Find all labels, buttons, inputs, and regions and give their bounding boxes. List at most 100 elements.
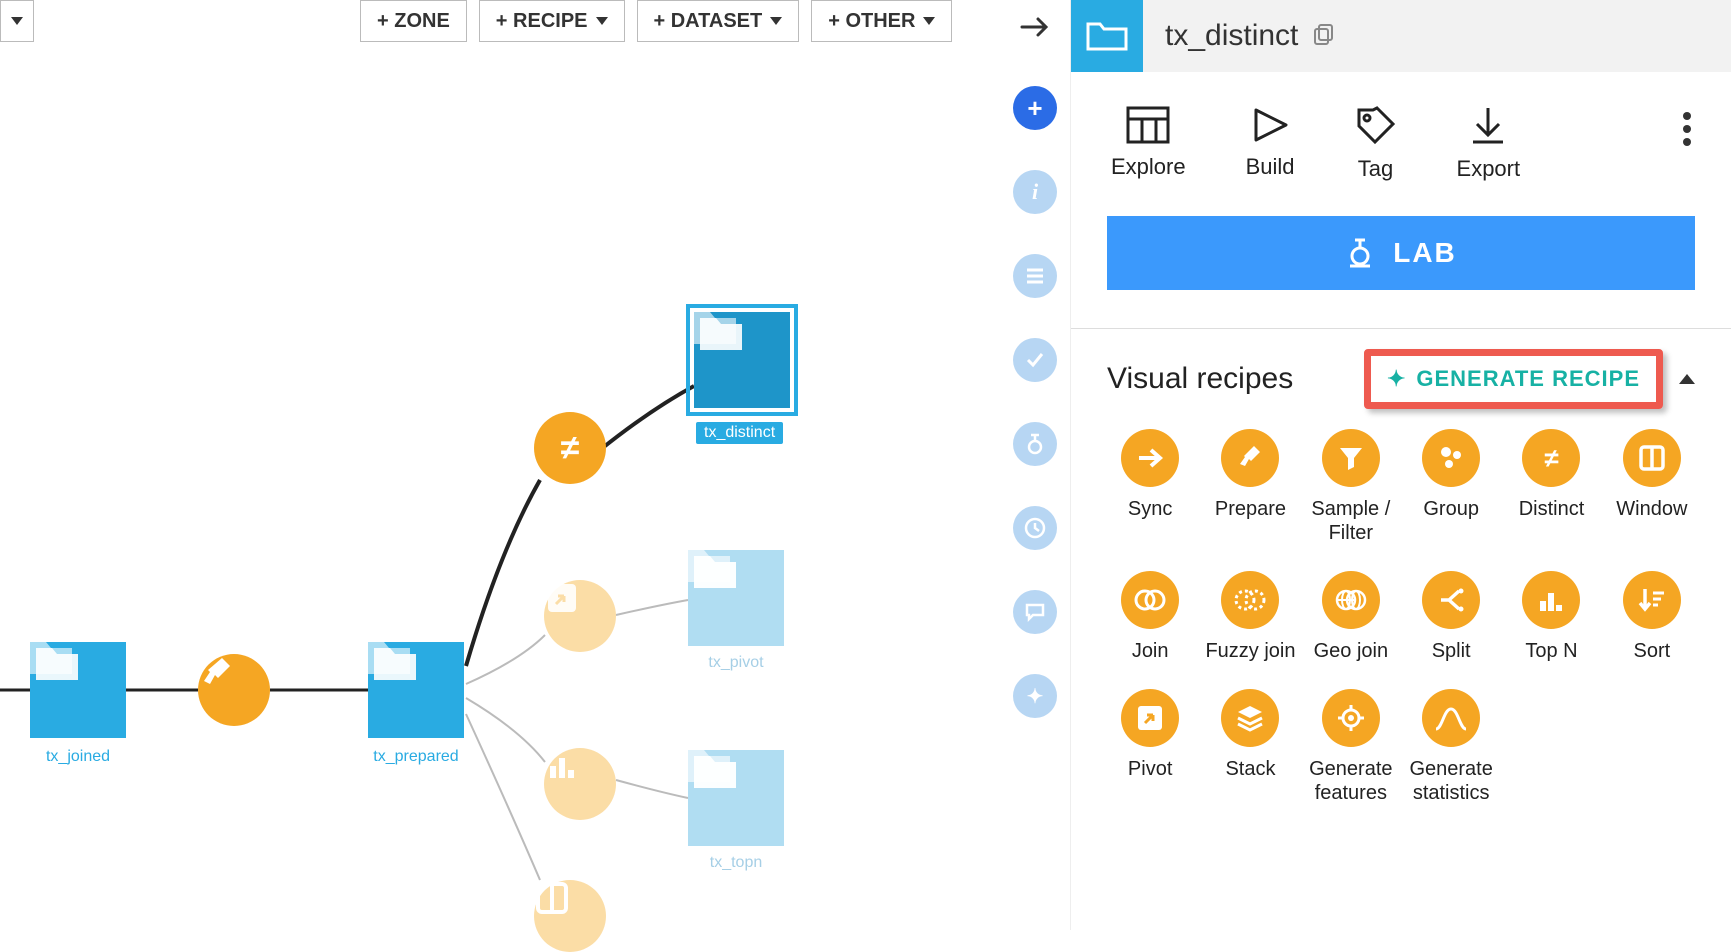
recipe-genstat-label: Generate statistics: [1402, 757, 1500, 805]
folder-icon: [368, 642, 422, 686]
recipe-join[interactable]: Join: [1101, 571, 1199, 663]
recipe-sample-filter[interactable]: Sample / Filter: [1302, 429, 1400, 545]
export-button[interactable]: Export: [1457, 106, 1521, 182]
recipe-genfeat-label: Generate features: [1302, 757, 1400, 805]
rail-list-button[interactable]: [1013, 254, 1057, 298]
add-zone-button[interactable]: + ZONE: [360, 0, 467, 42]
recipe-geo-join[interactable]: Geo join: [1302, 571, 1400, 663]
funnel-icon: [1336, 443, 1366, 473]
folder-icon: [30, 642, 84, 686]
rail-lab-button[interactable]: [1013, 422, 1057, 466]
dataset-tx-distinct[interactable]: [694, 312, 790, 408]
dataset-tx-joined[interactable]: [30, 642, 126, 738]
recipe-prepare-label: Prepare: [1215, 497, 1286, 521]
recipe-generate-features[interactable]: Generate features: [1302, 689, 1400, 805]
add-dataset-button[interactable]: + DATASET: [637, 0, 800, 42]
recipe-window-label: Window: [1616, 497, 1687, 521]
group-icon: [1436, 443, 1466, 473]
dataset-tx-pivot[interactable]: [688, 550, 784, 646]
download-icon: [1471, 106, 1505, 146]
recipe-window-node[interactable]: [534, 880, 606, 952]
dataset-tx-joined-label: tx_joined: [8, 748, 148, 766]
more-actions-button[interactable]: [1683, 106, 1691, 146]
dataset-tx-topn[interactable]: [688, 750, 784, 846]
recipe-stack[interactable]: Stack: [1201, 689, 1299, 805]
explore-button[interactable]: Explore: [1111, 106, 1186, 182]
recipe-distinct-label: Distinct: [1519, 497, 1585, 521]
panel-header: tx_distinct: [1071, 0, 1731, 72]
copy-name-button[interactable]: [1312, 22, 1336, 51]
caret-down-icon: [11, 17, 23, 25]
add-recipe-button[interactable]: + RECIPE: [479, 0, 625, 42]
visual-recipes-grid: Sync Prepare Sample / Filter Group ≠ Dist…: [1071, 421, 1731, 813]
tag-icon: [1355, 106, 1397, 146]
recipe-split[interactable]: Split: [1402, 571, 1500, 663]
side-rail: + i ✦: [1000, 0, 1070, 930]
recipe-window[interactable]: Window: [1603, 429, 1701, 545]
lab-button[interactable]: LAB: [1107, 216, 1695, 290]
recipe-distinct[interactable]: ≠ Distinct: [1502, 429, 1600, 545]
explore-label: Explore: [1111, 154, 1186, 180]
folder-icon: [688, 750, 742, 794]
collapse-section-button[interactable]: [1679, 374, 1695, 384]
recipe-geo-label: Geo join: [1314, 639, 1389, 663]
recipe-pivot-label: Pivot: [1128, 757, 1172, 781]
add-dataset-label: + DATASET: [654, 10, 763, 33]
rail-info-button[interactable]: i: [1013, 170, 1057, 214]
recipe-generate-statistics[interactable]: Generate statistics: [1402, 689, 1500, 805]
recipe-prepare-node[interactable]: [198, 654, 270, 726]
rail-add-button[interactable]: +: [1013, 86, 1057, 130]
window-icon: [1637, 443, 1667, 473]
broom-icon: [198, 654, 236, 692]
recipe-sort[interactable]: Sort: [1603, 571, 1701, 663]
caret-down-icon: [923, 17, 935, 25]
folder-icon: [694, 312, 748, 356]
recipe-distinct-node[interactable]: ≠: [534, 412, 606, 484]
recipe-prepare[interactable]: Prepare: [1201, 429, 1299, 545]
rail-comment-button[interactable]: [1013, 590, 1057, 634]
recipe-fuzzy-join[interactable]: Fuzzy join: [1201, 571, 1299, 663]
sparkle-icon: ✦: [1027, 684, 1044, 709]
recipe-fuzzy-label: Fuzzy join: [1205, 639, 1295, 663]
stack-icon: [1235, 703, 1265, 733]
recipe-split-label: Split: [1432, 639, 1471, 663]
split-icon: [1436, 585, 1466, 615]
generate-recipe-highlight: ✦ GENERATE RECIPE: [1364, 349, 1663, 409]
not-equal-icon: ≠: [561, 429, 580, 468]
recipe-topn-node[interactable]: [544, 748, 616, 820]
dataset-tx-topn-label: tx_topn: [666, 854, 806, 872]
sort-icon: [1637, 585, 1667, 615]
sparkle-icon: ✦: [1387, 366, 1406, 392]
not-equal-icon: ≠: [1544, 443, 1558, 474]
play-icon: [1250, 106, 1290, 144]
rail-check-button[interactable]: [1013, 338, 1057, 382]
add-other-button[interactable]: + OTHER: [811, 0, 952, 42]
lab-label: LAB: [1393, 237, 1457, 269]
recipe-pivot-node[interactable]: [544, 580, 616, 652]
recipe-group[interactable]: Group: [1402, 429, 1500, 545]
recipe-stack-label: Stack: [1225, 757, 1275, 781]
dataset-tx-prepared[interactable]: [368, 642, 464, 738]
collapse-panel-button[interactable]: [1020, 14, 1050, 46]
flow-canvas[interactable]: tx_joined tx_prepared ≠ tx_distinct tx_p…: [0, 50, 1000, 930]
globe-venn-icon: [1334, 585, 1368, 615]
dataset-tx-distinct-label: tx_distinct: [696, 422, 783, 444]
gear-sparkle-icon: [1336, 703, 1366, 733]
broom-icon: [1235, 443, 1265, 473]
recipe-topn[interactable]: Top N: [1502, 571, 1600, 663]
panel-header-icon: [1071, 0, 1143, 72]
generate-recipe-button[interactable]: ✦ GENERATE RECIPE: [1387, 366, 1640, 392]
pivot-icon: [544, 580, 580, 616]
rail-history-button[interactable]: [1013, 506, 1057, 550]
tag-button[interactable]: Tag: [1355, 106, 1397, 182]
pivot-icon: [1135, 703, 1165, 733]
recipe-join-label: Join: [1132, 639, 1169, 663]
recipe-pivot[interactable]: Pivot: [1101, 689, 1199, 805]
build-button[interactable]: Build: [1246, 106, 1295, 182]
rail-sparkle-button[interactable]: ✦: [1013, 674, 1057, 718]
dataset-tx-pivot-label: tx_pivot: [666, 654, 806, 672]
recipe-sync[interactable]: Sync: [1101, 429, 1199, 545]
folder-icon: [1086, 19, 1128, 53]
venn-icon: [1133, 585, 1167, 615]
toolbar-dropdown-1[interactable]: [0, 0, 34, 42]
